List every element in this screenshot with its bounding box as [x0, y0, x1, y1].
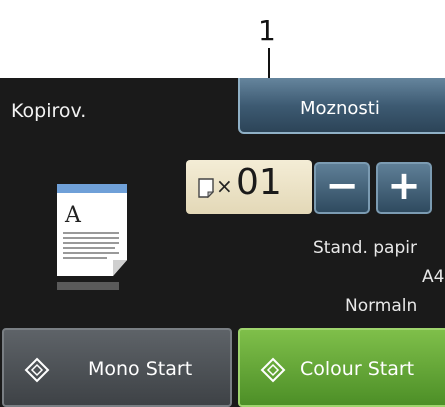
copies-count: 01: [236, 162, 282, 203]
paper-type-value: Stand. papir: [313, 238, 417, 258]
callout-number: 1: [258, 14, 276, 47]
document-preview-icon: A: [57, 184, 127, 276]
increase-copies-button[interactable]: +: [376, 162, 432, 214]
copies-multiplier: ×: [216, 174, 233, 198]
mono-start-button[interactable]: Mono Start: [2, 328, 232, 407]
document-shadow: [57, 282, 119, 290]
diamond-start-icon: [24, 357, 50, 383]
diamond-start-icon: [260, 357, 286, 383]
copies-display: × 01: [186, 160, 312, 214]
lcd-screen: Kopirov. Moznosti A × 01 − + Stand. papi…: [0, 78, 445, 407]
paper-size-value: A4: [422, 267, 445, 287]
decrease-copies-button[interactable]: −: [314, 162, 370, 214]
options-button[interactable]: Moznosti: [238, 78, 445, 134]
page-icon: [198, 178, 214, 198]
screen-title: Kopirov.: [11, 100, 87, 122]
mono-start-label: Mono Start: [88, 358, 193, 380]
colour-start-button[interactable]: Colour Start: [238, 328, 445, 407]
colour-start-label: Colour Start: [300, 358, 415, 380]
quality-value: Normaln: [345, 296, 418, 316]
options-button-label: Moznosti: [300, 98, 380, 119]
svg-text:A: A: [64, 203, 82, 228]
